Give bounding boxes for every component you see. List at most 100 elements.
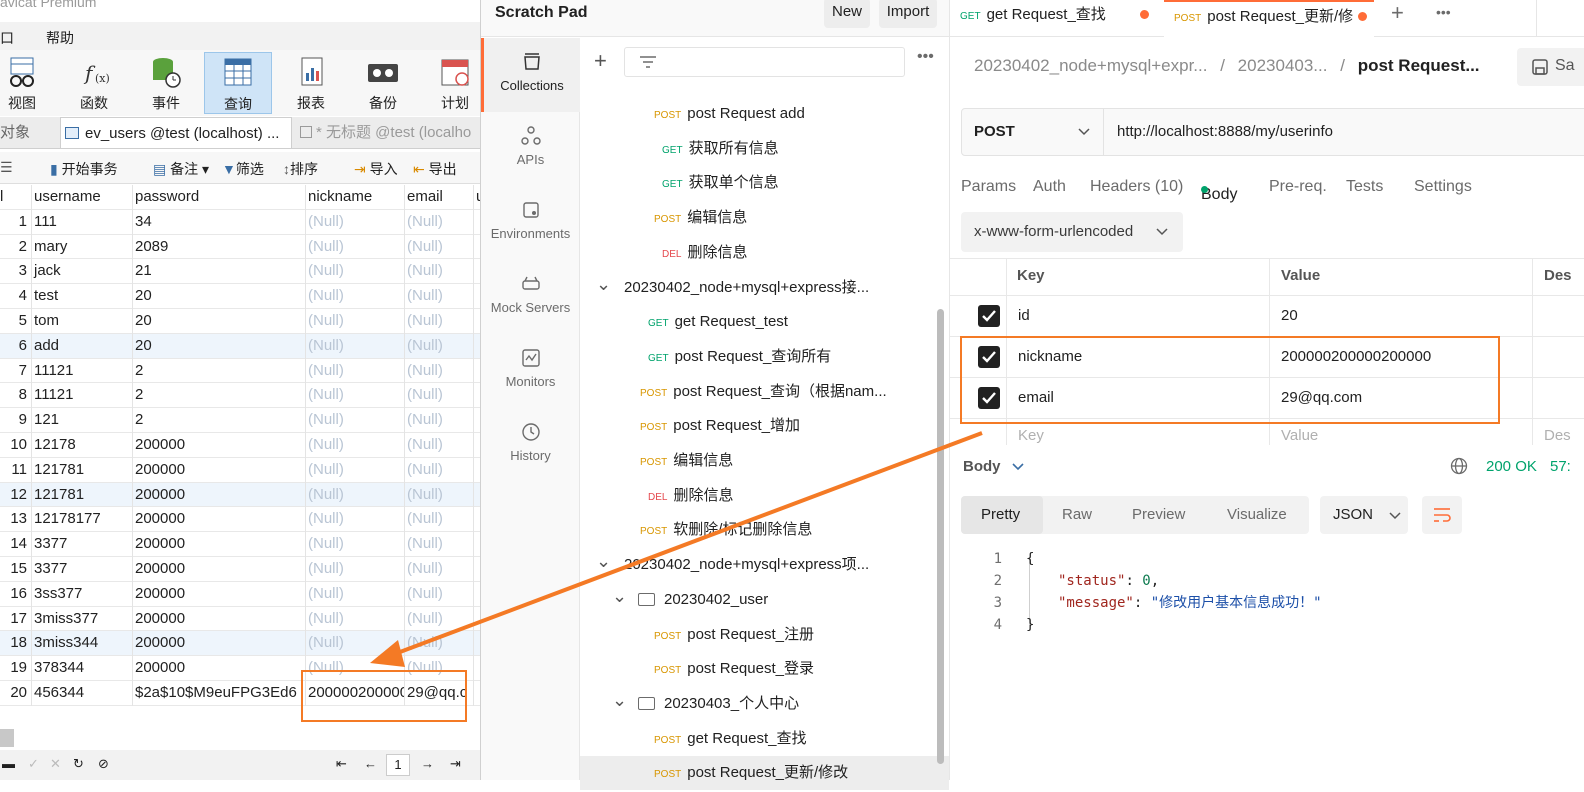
cell-email[interactable]: (Null) <box>405 309 474 334</box>
cell-password[interactable]: 21 <box>133 259 306 285</box>
table-row[interactable]: 7 11121 2 (Null) (Null) <box>0 358 480 384</box>
cell-email[interactable]: (Null) <box>405 532 474 557</box>
cell-username[interactable]: test <box>32 284 133 309</box>
begin-transaction-button[interactable]: ▮ 开始事务 <box>50 159 118 179</box>
table-row[interactable]: 6 add 20 (Null) (Null) <box>0 333 480 359</box>
cell-email[interactable]: (Null) <box>405 482 474 508</box>
cell-nickname[interactable]: (Null) <box>306 581 405 607</box>
tree-folder[interactable]: ⌄ 20230402_user <box>580 583 949 617</box>
column-header[interactable]: l <box>0 185 32 210</box>
cell-username[interactable]: 3377 <box>32 532 133 557</box>
cell-password[interactable]: 200000 <box>133 631 306 657</box>
tree-request[interactable]: GET post Request_查询所有 <box>580 340 949 374</box>
tree-request[interactable]: GET 获取单个信息 <box>580 166 949 200</box>
memo-button[interactable]: ▤ 备注 ▾ <box>153 159 209 179</box>
cell-password[interactable]: 2 <box>133 383 306 409</box>
cell-nickname[interactable]: (Null) <box>306 606 405 632</box>
tree-folder[interactable]: ⌄ 20230402_node+mysql+express项... <box>580 548 949 582</box>
cell-password[interactable]: 200000 <box>133 482 306 508</box>
tree-request[interactable]: DEL 删除信息 <box>580 236 949 270</box>
tab-auth[interactable]: Auth <box>1033 178 1066 196</box>
method-select[interactable]: POST <box>962 109 1104 155</box>
new-tab-icon[interactable]: + <box>1391 0 1404 26</box>
menu-icon[interactable]: ☰ <box>0 159 13 176</box>
cell-nickname[interactable]: (Null) <box>306 433 405 458</box>
cell-overflow[interactable] <box>474 359 480 384</box>
cell-nickname[interactable]: (Null) <box>306 358 405 384</box>
cell-id[interactable]: 5 <box>0 309 32 334</box>
cell-overflow[interactable] <box>474 458 480 483</box>
tree-request[interactable]: POST get Request_查找 <box>580 722 949 756</box>
cell-email[interactable]: (Null) <box>405 259 474 285</box>
table-row[interactable]: 14 3377 200000 (Null) (Null) <box>0 532 480 557</box>
cell-password[interactable]: 34 <box>133 209 306 235</box>
cell-overflow[interactable] <box>474 259 480 284</box>
cell-username[interactable]: 121781 <box>32 482 133 508</box>
cell-nickname[interactable]: (Null) <box>306 383 405 409</box>
cell-username[interactable]: 456344 <box>32 681 133 706</box>
tab-raw[interactable]: Raw <box>1062 506 1092 523</box>
cell-email[interactable]: (Null) <box>405 383 474 409</box>
tab-post-request-update[interactable]: POST post Request_更新/修 <box>1164 0 1374 37</box>
tree-folder[interactable]: ⌄ 20230402_node+mysql+express接... <box>580 271 949 305</box>
last-page-icon[interactable]: ⇥ <box>450 756 461 772</box>
tab-get-request-find[interactable]: GET get Request_查找 <box>960 0 1156 37</box>
chevron-down-icon[interactable]: ⌄ <box>596 271 611 297</box>
cell-password[interactable]: 20 <box>133 309 306 334</box>
tree-request[interactable]: POST post Request_增加 <box>580 409 949 443</box>
cell-id[interactable]: 11 <box>0 457 32 483</box>
cell-id[interactable]: 20 <box>0 681 32 706</box>
table-row[interactable]: 3 jack 21 (Null) (Null) <box>0 259 480 285</box>
cell-password[interactable]: 200000 <box>133 656 306 681</box>
cell-overflow[interactable] <box>474 656 480 681</box>
cell-nickname[interactable]: (Null) <box>306 259 405 285</box>
export-button[interactable]: ⇤ 导出 <box>413 159 457 179</box>
cell-nickname[interactable]: (Null) <box>306 309 405 334</box>
add-record-icon[interactable]: ▬ <box>2 756 15 771</box>
cell-nickname[interactable]: (Null) <box>306 507 405 533</box>
cell-username[interactable]: 12178 <box>32 433 133 458</box>
cell-id[interactable]: 13 <box>0 507 32 533</box>
tab-untitled-query[interactable]: * 无标题 @test (localho <box>296 117 480 149</box>
table-row[interactable]: 17 3miss377 200000 (Null) (Null) <box>0 606 480 632</box>
cell-username[interactable]: 121781 <box>32 457 133 483</box>
cell-id[interactable]: 14 <box>0 532 32 557</box>
cell-email[interactable]: (Null) <box>405 631 474 657</box>
new-button[interactable]: New <box>824 0 870 28</box>
cell-password[interactable]: 200000 <box>133 532 306 557</box>
tree-request[interactable]: POST post Request_登录 <box>580 652 949 686</box>
table-row[interactable]: 1 111 34 (Null) (Null) <box>0 209 480 235</box>
cell-overflow[interactable] <box>474 284 480 309</box>
cell-overflow[interactable] <box>474 235 480 260</box>
cell-overflow[interactable] <box>474 483 480 508</box>
cell-email[interactable]: (Null) <box>405 358 474 384</box>
table-row[interactable]: 13 12178177 200000 (Null) (Null) <box>0 507 480 533</box>
tab-settings[interactable]: Settings <box>1414 178 1472 196</box>
cell-nickname[interactable]: (Null) <box>306 408 405 433</box>
table-row[interactable]: 18 3miss344 200000 (Null) (Null) <box>0 631 480 657</box>
cell-id[interactable]: 1 <box>0 209 32 235</box>
toolbar-function-button[interactable]: f (x) 函数 <box>60 52 128 114</box>
cell-username[interactable]: jack <box>32 259 133 285</box>
cell-id[interactable]: 16 <box>0 581 32 607</box>
cell-username[interactable]: 3377 <box>32 557 133 582</box>
cell-id[interactable]: 7 <box>0 358 32 384</box>
sidebar-item-mock-servers[interactable]: Mock Servers <box>481 260 580 334</box>
sidebar-item-collections[interactable]: Collections <box>481 38 580 112</box>
tree-request[interactable]: POST post Request_注册 <box>580 618 949 652</box>
tab-options-icon[interactable]: ••• <box>1436 4 1451 20</box>
cell-overflow[interactable] <box>474 631 480 656</box>
toolbar-query-button[interactable]: 查询 <box>204 52 272 114</box>
table-row[interactable]: 2 mary 2089 (Null) (Null) <box>0 234 480 260</box>
cell-password[interactable]: 20 <box>133 284 306 309</box>
toolbar-event-button[interactable]: 事件 <box>132 52 200 114</box>
cell-email[interactable]: (Null) <box>405 581 474 607</box>
refresh-icon[interactable]: ↻ <box>73 756 84 772</box>
sidebar-item-monitors[interactable]: Monitors <box>481 334 580 408</box>
cell-email[interactable]: (Null) <box>405 209 474 235</box>
tab-ev-users[interactable]: ev_users @test (localhost) ... <box>60 117 292 149</box>
more-options-icon[interactable]: ••• <box>917 48 934 66</box>
cell-password[interactable]: 200000 <box>133 433 306 458</box>
cell-id[interactable]: 3 <box>0 259 32 285</box>
chevron-down-icon[interactable] <box>1012 463 1024 471</box>
